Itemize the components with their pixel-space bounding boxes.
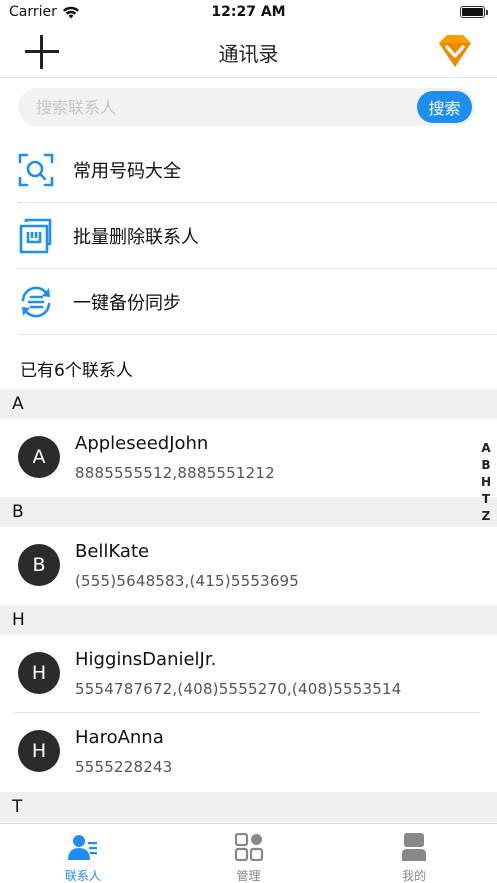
avatar: H — [18, 652, 60, 694]
menu-label-backup-sync: 一键备份同步 — [73, 292, 181, 314]
profile-icon — [402, 833, 427, 861]
tab-contacts[interactable]: 联系人 — [0, 824, 166, 883]
alphabet-index: A B H T Z — [479, 440, 493, 525]
tab-profile[interactable]: 我的 — [331, 824, 497, 883]
contact-name: AppleseedJohn — [75, 433, 209, 454]
tab-manage[interactable]: 管理 — [166, 824, 332, 883]
index-letter-a[interactable]: A — [479, 440, 493, 457]
contact-row[interactable]: H HaroAnna 5555228243 — [0, 713, 480, 791]
contact-count: 已有6个联系人 — [20, 361, 133, 381]
menu-label-common-numbers: 常用号码大全 — [73, 160, 181, 182]
tab-bar: 联系人 管理 我的 — [0, 823, 497, 883]
search-bar: 搜索 — [18, 88, 475, 126]
menu-label-batch-delete: 批量删除联系人 — [73, 226, 199, 248]
avatar: A — [18, 436, 60, 478]
contacts-icon — [67, 835, 97, 860]
contact-phone: 8885555512,8885551212 — [75, 464, 275, 482]
feature-menu: 常用号码大全 批量删除联系人 一键备份同步 — [18, 137, 497, 335]
tab-label-contacts: 联系人 — [64, 869, 101, 883]
search-input[interactable] — [36, 88, 426, 126]
index-letter-z[interactable]: Z — [479, 508, 493, 525]
contact-name: BellKate — [75, 541, 150, 562]
menu-item-common-numbers[interactable]: 常用号码大全 — [18, 137, 497, 203]
menu-item-backup-sync[interactable]: 一键备份同步 — [18, 269, 497, 335]
batch-delete-icon — [19, 218, 52, 253]
nav-bar: 通讯录 — [0, 26, 497, 78]
section-header-t: T — [0, 792, 497, 822]
scan-search-icon — [18, 153, 54, 186]
grid-icon — [234, 833, 263, 861]
status-time: 12:27 AM — [211, 4, 286, 20]
contact-row[interactable]: A AppleseedJohn 8885555512,8885551212 — [0, 419, 480, 497]
menu-item-batch-delete[interactable]: 批量删除联系人 — [18, 203, 497, 269]
section-header-b: B — [0, 497, 497, 527]
vip-diamond-icon[interactable] — [435, 33, 475, 69]
index-letter-b[interactable]: B — [479, 457, 493, 474]
page-title: 通讯录 — [218, 42, 279, 66]
search-button[interactable]: 搜索 — [417, 91, 472, 123]
contact-phone: 5555228243 — [75, 758, 173, 776]
contact-row[interactable]: B BellKate (555)5648583,(415)5553695 — [0, 527, 480, 605]
avatar: H — [18, 730, 60, 772]
section-header-h: H — [0, 605, 497, 635]
sync-icon — [21, 286, 51, 317]
tab-label-profile: 我的 — [402, 869, 427, 883]
tab-label-manage: 管理 — [236, 869, 261, 883]
contact-name: HaroAnna — [75, 727, 164, 748]
index-letter-t[interactable]: T — [479, 491, 493, 508]
battery-icon — [460, 6, 488, 18]
contact-phone: 5554787672,(408)5555270,(408)5553514 — [75, 680, 402, 698]
section-header-a: A — [0, 389, 497, 419]
contact-name: HigginsDanielJr. — [75, 649, 217, 670]
contact-row[interactable]: H HigginsDanielJr. 5554787672,(408)55552… — [0, 635, 480, 713]
contact-phone: (555)5648583,(415)5553695 — [75, 572, 300, 590]
index-letter-h[interactable]: H — [479, 474, 493, 491]
avatar: B — [18, 544, 60, 586]
status-bar: Carrier 12:27 AM — [0, 0, 497, 26]
